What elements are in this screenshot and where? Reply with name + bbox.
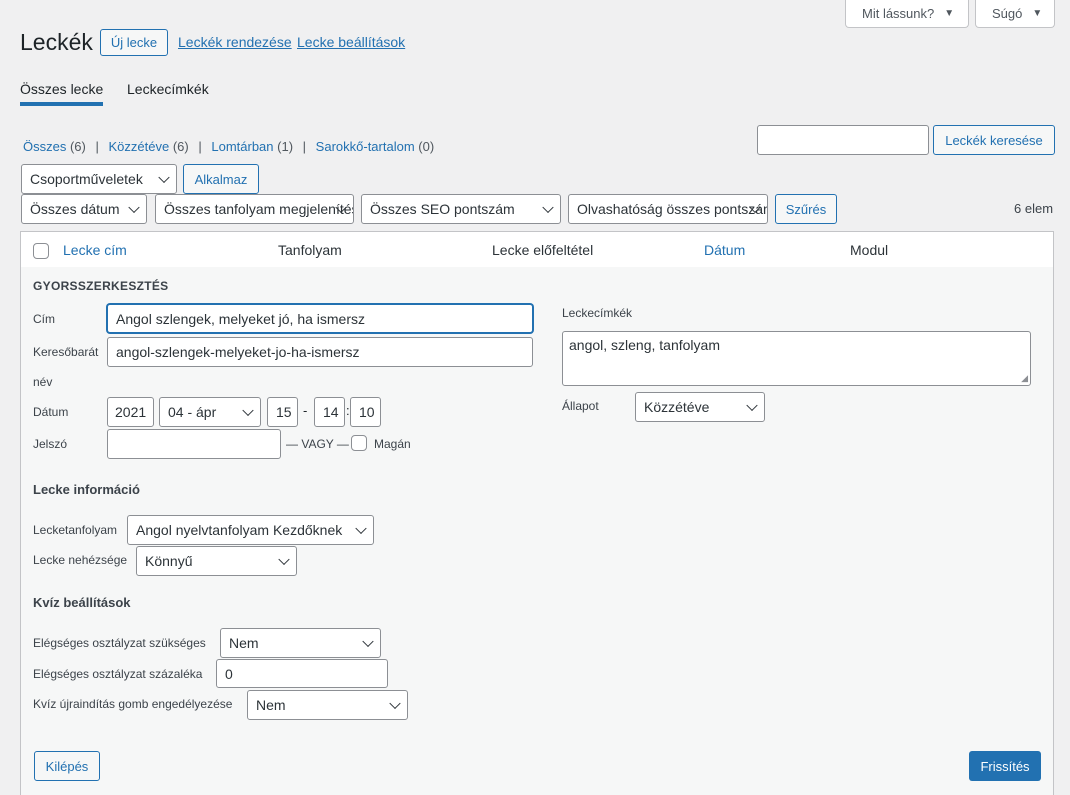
chevron-down-icon bbox=[746, 399, 758, 412]
item-count: 6 elem bbox=[1014, 201, 1054, 216]
date-filter-value: Összes dátum bbox=[30, 201, 120, 217]
course-filter-value: Összes tanfolyam megjelenítése bbox=[164, 201, 353, 217]
pass-required-label: Elégséges osztályzat szükséges bbox=[33, 636, 206, 650]
quick-edit-heading: GYORSSZERKESZTÉS bbox=[33, 279, 169, 293]
bulk-actions-select[interactable]: Csoportműveletek bbox=[21, 164, 177, 194]
column-module: Modul bbox=[850, 242, 889, 258]
status-link-cornerstone[interactable]: Sarokkő-tartalom bbox=[316, 139, 415, 154]
status-link-published[interactable]: Közzétéve bbox=[109, 139, 170, 154]
lesson-settings-link[interactable]: Lecke beállítások bbox=[297, 34, 405, 50]
slug-label-cont: név bbox=[33, 375, 53, 389]
course-select[interactable]: Angol nyelvtanfolyam Kezdőknek bbox=[127, 515, 374, 545]
readability-filter-select[interactable]: Olvashatóság összes pontszáma bbox=[568, 194, 768, 224]
update-button[interactable]: Frissítés bbox=[969, 751, 1041, 781]
caret-down-icon: ▼ bbox=[944, 8, 955, 19]
course-filter-select[interactable]: Összes tanfolyam megjelenítése bbox=[155, 194, 354, 224]
year-input[interactable]: 2021 bbox=[107, 397, 154, 427]
status-link-trash[interactable]: Lomtárban bbox=[211, 139, 273, 154]
help-tab[interactable]: Súgó ▼ bbox=[975, 0, 1055, 28]
filter-button[interactable]: Szűrés bbox=[775, 194, 837, 224]
screen-options-tab[interactable]: Mit lássunk? ▼ bbox=[845, 0, 969, 28]
chevron-down-icon bbox=[242, 404, 254, 417]
status-value: Közzétéve bbox=[644, 399, 710, 415]
date-filter-select[interactable]: Összes dátum bbox=[21, 194, 147, 224]
chevron-down-icon bbox=[362, 635, 374, 648]
day-input[interactable]: 15 bbox=[267, 397, 298, 427]
status-published-label: Közzétéve bbox=[108, 139, 170, 154]
date-time-separator: - bbox=[303, 403, 308, 418]
bulk-actions-value: Csoportműveletek bbox=[30, 171, 143, 187]
status-all-label: Összes bbox=[23, 139, 67, 154]
status-cornerstone-count: (0) bbox=[418, 139, 435, 154]
quiz-settings-heading: Kvíz beállítások bbox=[33, 595, 131, 610]
search-button[interactable]: Leckék keresése bbox=[933, 125, 1055, 155]
lesson-info-heading: Lecke információ bbox=[33, 482, 140, 497]
seo-filter-select[interactable]: Összes SEO pontszám bbox=[361, 194, 561, 224]
quiz-reset-label: Kvíz újraindítás gomb engedélyezése bbox=[33, 697, 233, 711]
apply-button[interactable]: Alkalmaz bbox=[183, 164, 259, 194]
title-label: Cím bbox=[33, 312, 55, 326]
status-filter-list: Összes (6) | Közzétéve (6) | Lomtárban (… bbox=[23, 139, 435, 154]
sort-lessons-link[interactable]: Leckék rendezése bbox=[178, 34, 292, 50]
tags-label: Leckecímkék bbox=[562, 306, 633, 320]
pass-required-select[interactable]: Nem bbox=[220, 628, 381, 658]
pass-percent-input[interactable]: 0 bbox=[216, 659, 388, 688]
quiz-reset-value: Nem bbox=[256, 697, 286, 713]
seo-filter-value: Összes SEO pontszám bbox=[370, 201, 515, 217]
chevron-down-icon bbox=[542, 201, 554, 214]
caret-down-icon: ▼ bbox=[1032, 8, 1043, 19]
password-label: Jelszó bbox=[33, 437, 68, 451]
tab-all-lessons-label: Összes lecke bbox=[20, 81, 104, 97]
course-label: Lecketanfolyam bbox=[33, 523, 118, 537]
tab-lesson-tags-label: Leckecímkék bbox=[127, 81, 209, 97]
status-select[interactable]: Közzétéve bbox=[635, 392, 765, 422]
tags-textarea[interactable]: angol, szleng, tanfolyam ◢ bbox=[562, 331, 1031, 386]
slug-input[interactable]: angol-szlengek-melyeket-jo-ha-ismersz bbox=[107, 337, 533, 367]
month-value: 04 - ápr bbox=[168, 404, 217, 420]
difficulty-label: Lecke nehézsége bbox=[33, 553, 128, 567]
title-input[interactable]: Angol szlengek, melyeket jó, ha ismersz bbox=[107, 304, 533, 333]
select-all-checkbox[interactable] bbox=[33, 243, 49, 259]
status-trash-count: (1) bbox=[277, 139, 294, 154]
column-date[interactable]: Dátum bbox=[704, 242, 745, 258]
hour-input[interactable]: 14 bbox=[314, 397, 345, 427]
tab-all-lessons[interactable]: Összes lecke bbox=[20, 81, 104, 106]
status-trash-label: Lomtárban bbox=[211, 139, 274, 154]
resize-handle-icon: ◢ bbox=[1021, 373, 1028, 383]
readability-filter-value: Olvashatóság összes pontszáma bbox=[577, 201, 767, 217]
screen-options-label: Mit lássunk? bbox=[862, 6, 935, 21]
minute-input[interactable]: 10 bbox=[350, 397, 381, 427]
date-label: Dátum bbox=[33, 405, 69, 419]
status-label: Állapot bbox=[562, 399, 599, 413]
tab-lesson-tags[interactable]: Leckecímkék bbox=[127, 81, 209, 97]
tags-value: angol, szleng, tanfolyam bbox=[569, 337, 720, 353]
chevron-down-icon bbox=[278, 553, 290, 566]
month-select[interactable]: 04 - ápr bbox=[159, 397, 261, 427]
help-label: Súgó bbox=[992, 6, 1023, 21]
private-label: Magán bbox=[374, 437, 411, 451]
pass-percent-label: Elégséges osztályzat százaléka bbox=[33, 667, 203, 681]
private-checkbox[interactable] bbox=[351, 435, 367, 451]
status-cornerstone-label: Sarokkő-tartalom bbox=[315, 139, 415, 154]
slug-label: Keresőbarát bbox=[33, 345, 99, 359]
difficulty-value: Könnyű bbox=[145, 553, 193, 569]
pass-required-value: Nem bbox=[229, 635, 259, 651]
column-prerequisite: Lecke előfeltétel bbox=[492, 242, 594, 258]
page-title: Leckék bbox=[20, 29, 93, 55]
search-input[interactable] bbox=[757, 125, 929, 155]
chevron-down-icon bbox=[389, 697, 401, 710]
password-input[interactable] bbox=[107, 429, 281, 459]
course-value: Angol nyelvtanfolyam Kezdőknek bbox=[136, 522, 343, 538]
status-all-count: (6) bbox=[69, 139, 86, 154]
difficulty-select[interactable]: Könnyű bbox=[136, 546, 297, 576]
status-link-all[interactable]: Összes bbox=[23, 139, 66, 154]
column-course: Tanfolyam bbox=[278, 242, 342, 258]
quiz-reset-select[interactable]: Nem bbox=[247, 690, 408, 720]
status-published-count: (6) bbox=[172, 139, 189, 154]
column-title[interactable]: Lecke cím bbox=[63, 242, 127, 258]
cancel-button[interactable]: Kilépés bbox=[34, 751, 100, 781]
or-text: — VAGY — bbox=[286, 437, 349, 451]
new-lesson-button[interactable]: Új lecke bbox=[100, 29, 168, 56]
